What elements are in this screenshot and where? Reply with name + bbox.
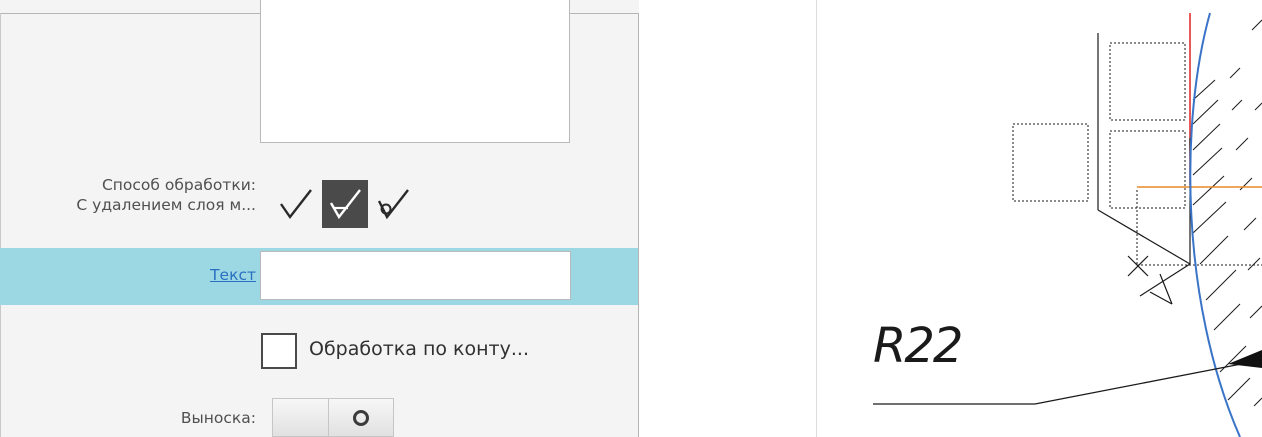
drawing-canvas[interactable] [0,0,1262,437]
roughness-symbol [1097,33,1191,305]
arc-contour[interactable] [1189,12,1241,437]
hatch-lines [1192,19,1262,407]
dimension-label[interactable]: R22 [873,318,963,374]
text-frames [1012,42,1262,266]
